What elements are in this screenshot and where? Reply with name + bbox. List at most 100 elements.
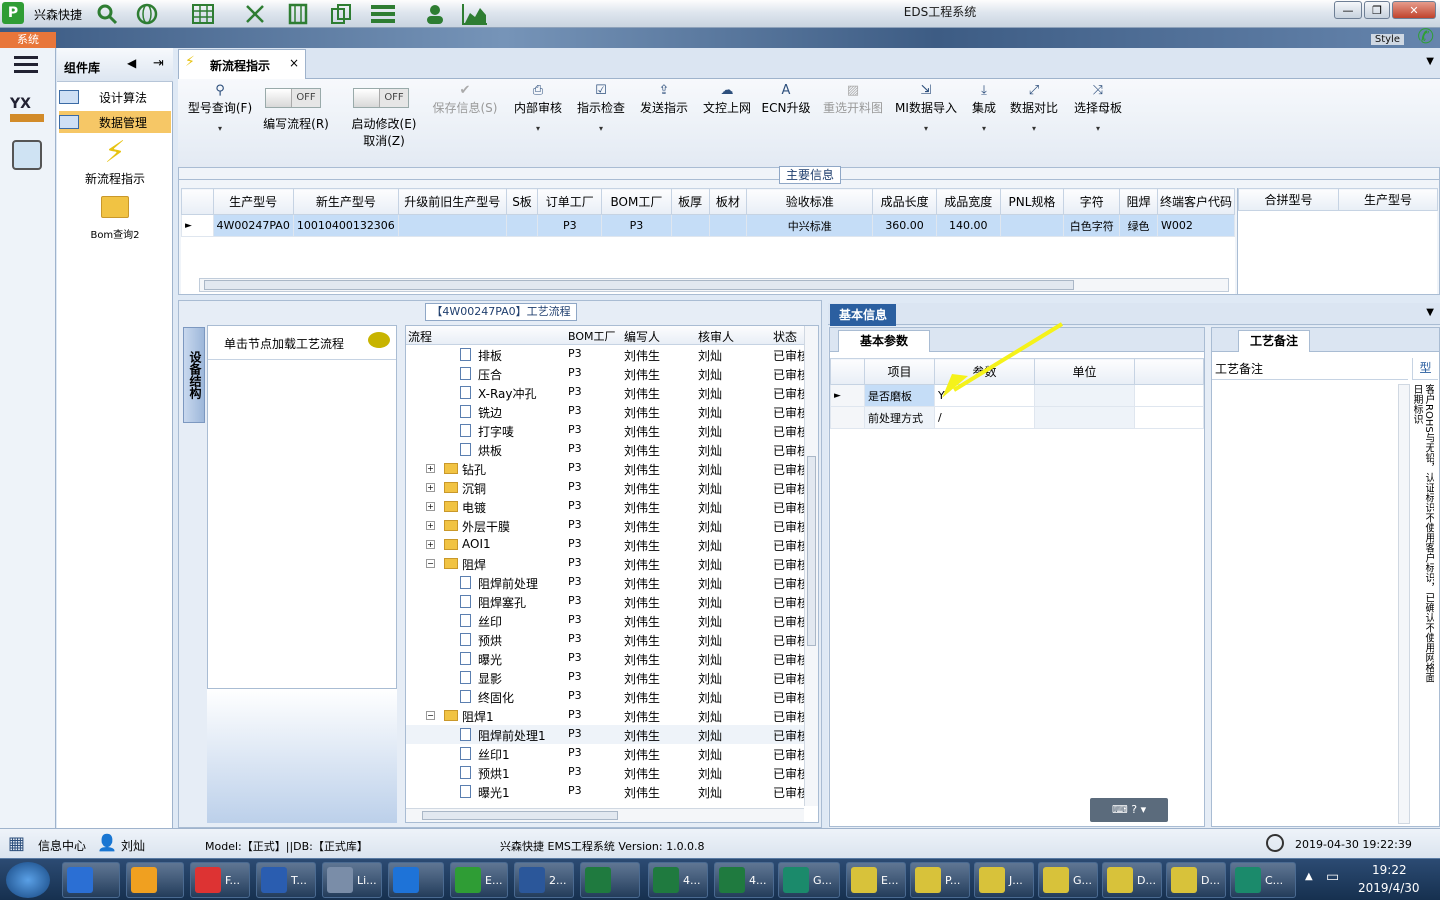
- table-row[interactable]: 前处理方式 /: [830, 406, 1204, 429]
- start-edit-toggle[interactable]: OFF: [353, 88, 409, 108]
- tree-row[interactable]: 打字唛 P3 刘伟生 刘灿 已审核: [406, 421, 804, 440]
- tree-row[interactable]: 阻焊前处理1 P3 刘伟生 刘灿 已审核: [406, 725, 804, 744]
- save-info-button[interactable]: ✔ 保存信息(S): [428, 83, 502, 116]
- table-cell[interactable]: 白色字符: [1063, 214, 1121, 237]
- vertical-scrollbar[interactable]: [804, 326, 818, 806]
- style-dropdown[interactable]: Style: [1370, 34, 1404, 45]
- tab-menu-chevron-icon[interactable]: ▼: [1426, 56, 1434, 67]
- column-header[interactable]: 流程: [408, 328, 432, 345]
- expand-icon[interactable]: +: [426, 483, 435, 492]
- taskbar-button[interactable]: C...: [1230, 862, 1296, 898]
- tree-row[interactable]: 丝印 P3 刘伟生 刘灿 已审核: [406, 611, 804, 630]
- collapse-icon[interactable]: −: [426, 711, 435, 720]
- column-header[interactable]: 成品长度: [872, 188, 937, 215]
- data-compare-button[interactable]: ⤢ 数据对比 ▾: [1006, 83, 1062, 133]
- column-header[interactable]: 项目: [864, 358, 935, 385]
- calculator-icon[interactable]: [12, 140, 42, 170]
- hamburger-menu-icon[interactable]: [14, 56, 38, 59]
- table-cell[interactable]: P3: [537, 214, 603, 237]
- minimize-button[interactable]: —: [1334, 1, 1362, 19]
- doc-upload-button[interactable]: ☁ 文控上网: [697, 83, 757, 116]
- table-cell[interactable]: [1034, 406, 1135, 429]
- tree-row[interactable]: 排板 P3 刘伟生 刘灿 已审核: [406, 345, 804, 364]
- cancel-button[interactable]: 取消(Z): [346, 132, 422, 149]
- taskbar-button[interactable]: [580, 862, 640, 898]
- row-selector-icon[interactable]: ►: [181, 214, 214, 237]
- column-header[interactable]: 工艺备注: [1212, 358, 1408, 380]
- taskbar-button[interactable]: 2...: [514, 862, 574, 898]
- scrollbar-thumb[interactable]: [204, 280, 1074, 290]
- tree-row[interactable]: + AOI1 P3 刘伟生 刘灿 已审核: [406, 535, 804, 554]
- system-tab[interactable]: 系统: [0, 32, 56, 48]
- taskbar-button[interactable]: G...: [1038, 862, 1098, 898]
- column-header[interactable]: 升级前旧生产型号: [397, 188, 507, 215]
- column-header[interactable]: 新生产型号: [292, 188, 399, 215]
- tree-row[interactable]: 显影 P3 刘伟生 刘灿 已审核: [406, 668, 804, 687]
- scrollbar-thumb[interactable]: [807, 456, 816, 646]
- tree-row[interactable]: 阻焊塞孔 P3 刘伟生 刘灿 已审核: [406, 592, 804, 611]
- edit-flow-toggle[interactable]: OFF: [265, 88, 321, 108]
- sidebar-item-data-management[interactable]: 数据管理: [59, 111, 171, 133]
- column-header[interactable]: 板厚: [670, 188, 710, 215]
- check-instruction-button[interactable]: ☑ 指示检查 ▾: [571, 83, 631, 133]
- yx-factory-icon[interactable]: YX: [10, 96, 44, 128]
- tree-row[interactable]: − 阻焊 P3 刘伟生 刘灿 已审核: [406, 554, 804, 573]
- column-header[interactable]: 合拼型号: [1238, 188, 1339, 211]
- tree-row[interactable]: 压合 P3 刘伟生 刘灿 已审核: [406, 364, 804, 383]
- table-cell[interactable]: [708, 214, 748, 237]
- model-query-button[interactable]: ⚲ 型号查询(F) ▾: [184, 83, 256, 133]
- table-cell[interactable]: 10010400132306: [292, 214, 399, 237]
- expand-icon[interactable]: +: [426, 502, 435, 511]
- taskbar-button[interactable]: [126, 862, 184, 898]
- horizontal-scrollbar[interactable]: [406, 808, 804, 822]
- tree-row[interactable]: + 电镀 P3 刘伟生 刘灿 已审核: [406, 497, 804, 516]
- taskbar-button[interactable]: D...: [1102, 862, 1162, 898]
- table-cell[interactable]: [670, 214, 710, 237]
- column-header[interactable]: 编写人: [624, 328, 660, 345]
- table-cell[interactable]: 前处理方式: [864, 406, 935, 429]
- tray-time[interactable]: 19:22: [1372, 863, 1407, 877]
- ecn-upgrade-button[interactable]: A ECN升级: [760, 83, 812, 116]
- vertical-scrollbar[interactable]: [1398, 384, 1410, 824]
- tree-row[interactable]: 铣边 P3 刘伟生 刘灿 已审核: [406, 402, 804, 421]
- sidebar-item-design-algorithm[interactable]: 设计算法: [59, 86, 171, 108]
- reselect-cutting-button[interactable]: ▨ 重选开料图: [818, 83, 888, 116]
- table-cell[interactable]: 360.00: [872, 214, 937, 237]
- start-button[interactable]: [6, 862, 50, 898]
- tree-row[interactable]: 预烘 P3 刘伟生 刘灿 已审核: [406, 630, 804, 649]
- close-window-button[interactable]: ✕: [1392, 1, 1436, 19]
- tree-row[interactable]: 预烘1 P3 刘伟生 刘灿 已审核: [406, 763, 804, 782]
- column-header[interactable]: BOM工厂: [601, 188, 672, 215]
- column-header[interactable]: PNL规格: [999, 188, 1065, 215]
- taskbar-button[interactable]: T...: [256, 862, 316, 898]
- tree-row[interactable]: − 阻焊1 P3 刘伟生 刘灿 已审核: [406, 706, 804, 725]
- tree-row[interactable]: X-Ray冲孔 P3 刘伟生 刘灿 已审核: [406, 383, 804, 402]
- table-cell[interactable]: 中兴标准: [746, 214, 874, 237]
- tree-row[interactable]: 终固化 P3 刘伟生 刘灿 已审核: [406, 687, 804, 706]
- column-header[interactable]: 验收标准: [746, 188, 874, 215]
- column-header[interactable]: 核审人: [698, 328, 734, 345]
- column-header[interactable]: 生产型号: [212, 188, 294, 215]
- taskbar-button[interactable]: 4...: [714, 862, 774, 898]
- table-cell[interactable]: /: [934, 406, 1035, 429]
- tree-row[interactable]: 阻焊前处理 P3 刘伟生 刘灿 已审核: [406, 573, 804, 592]
- phone-icon[interactable]: ✆: [1417, 24, 1434, 48]
- tree-row[interactable]: 曝光 P3 刘伟生 刘灿 已审核: [406, 649, 804, 668]
- taskbar-button[interactable]: E...: [846, 862, 906, 898]
- keyboard-help-toolbar[interactable]: ⌨ ? ▾: [1090, 798, 1168, 822]
- launcher-new-flow[interactable]: ⚡ 新流程指示: [57, 136, 173, 187]
- select-mother-board-button[interactable]: ⤨ 选择母板 ▾: [1068, 83, 1128, 133]
- collapse-left-icon[interactable]: ◀: [127, 56, 136, 70]
- expand-icon[interactable]: +: [426, 464, 435, 473]
- send-instruction-button[interactable]: ⇪ 发送指示: [634, 83, 694, 116]
- collapse-icon[interactable]: −: [426, 559, 435, 568]
- table-cell[interactable]: P3: [601, 214, 672, 237]
- table-cell[interactable]: 4W00247PA0: [212, 214, 294, 237]
- tree-row[interactable]: 烘板 P3 刘伟生 刘灿 已审核: [406, 440, 804, 459]
- column-header[interactable]: 终端客户代码: [1156, 188, 1235, 215]
- info-center-link[interactable]: 信息中心: [38, 837, 86, 854]
- column-header[interactable]: 板材: [708, 188, 748, 215]
- taskbar-button[interactable]: E...: [450, 862, 508, 898]
- tray-expand-icon[interactable]: ▲: [1305, 871, 1313, 882]
- column-header[interactable]: 型: [1412, 358, 1438, 380]
